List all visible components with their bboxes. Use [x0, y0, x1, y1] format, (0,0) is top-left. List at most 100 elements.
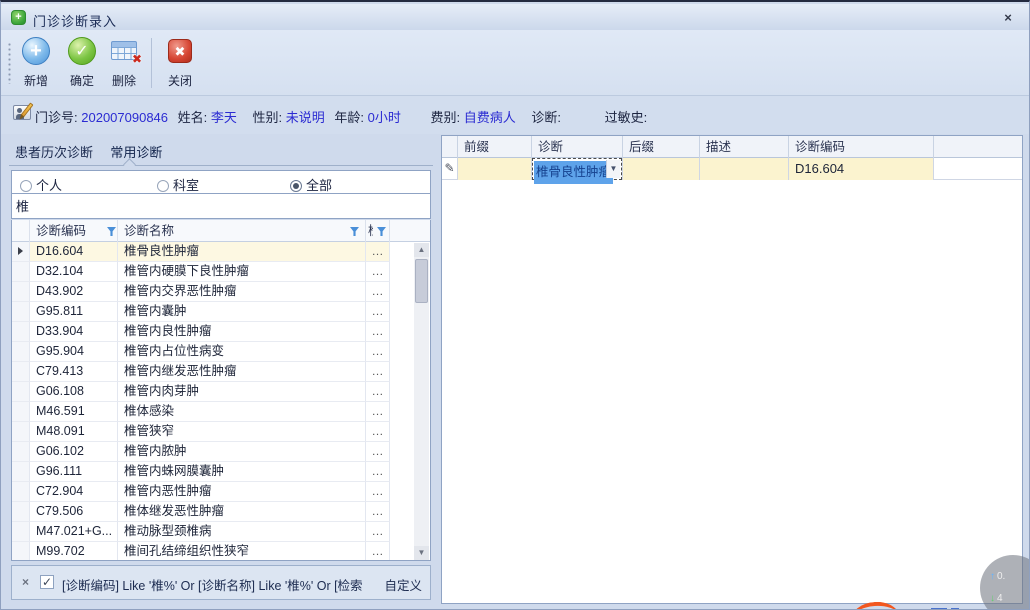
field-fee-type: 费别: 自费病人 [431, 110, 516, 125]
diagnosis-row[interactable]: D33.904椎管内良性肿瘤… [12, 322, 400, 342]
add-button[interactable]: + 新增 [13, 35, 59, 91]
cell-code[interactable]: D16.604 [789, 158, 934, 180]
row-indicator [12, 482, 30, 502]
search-box [11, 194, 431, 219]
diagnosis-name-cell: 椎管内蛛网膜囊肿 [118, 462, 366, 482]
diagnosis-name-cell: 椎管内交界恶性肿瘤 [118, 282, 366, 302]
diagnosis-row[interactable]: M99.702椎间孔结缔组织性狭窄… [12, 542, 400, 561]
cell-diagnosis[interactable]: 椎骨良性肿瘤 ▼ [532, 158, 623, 180]
diagnosis-row[interactable]: C79.506椎体继发恶性肿瘤… [12, 502, 400, 522]
rheader-diagnosis[interactable]: 诊断 [532, 136, 623, 158]
delete-grid-icon [111, 41, 137, 60]
diagnosis-row[interactable]: D32.104椎管内硬膜下良性肿瘤… [12, 262, 400, 282]
filter-icon[interactable] [350, 227, 359, 236]
delete-button[interactable]: 删除 [101, 35, 147, 91]
diagnosis-row[interactable]: G96.111椎管内蛛网膜囊肿… [12, 462, 400, 482]
chevron-down-icon[interactable]: ▼ [606, 160, 620, 178]
diagnosis-row[interactable]: M48.091椎管狭窄… [12, 422, 400, 442]
filter-checkbox[interactable] [40, 575, 54, 589]
rheader-code[interactable]: 诊断编码 [789, 136, 934, 158]
rheader-suffix[interactable]: 后缀 [623, 136, 700, 158]
row-detail-button[interactable]: … [366, 402, 390, 422]
filter-custom-link[interactable]: 自定义 [384, 575, 422, 594]
radio-icon [157, 180, 169, 192]
confirm-button[interactable]: ✓ 确定 [59, 35, 105, 91]
diagnosis-name-cell: 椎管内肉芽肿 [118, 382, 366, 402]
cell-suffix[interactable] [623, 158, 700, 180]
row-indicator [12, 382, 30, 402]
toolbar: + 新增 ✓ 确定 删除 ✖ 关闭 [1, 30, 1030, 96]
row-detail-button[interactable]: … [366, 302, 390, 322]
radio-personal[interactable]: 个人 [20, 175, 62, 194]
vertical-scrollbar[interactable]: ▲ ▼ [414, 243, 429, 560]
field-diagnosis: 诊断: [531, 110, 564, 125]
row-indicator [12, 362, 30, 382]
filter-close-icon[interactable]: × [22, 575, 29, 589]
tab-patient-history[interactable]: 患者历次诊断 [15, 142, 93, 161]
diagnosis-name-cell: 椎管狭窄 [118, 422, 366, 442]
row-detail-button[interactable]: … [366, 242, 390, 262]
diagnosis-combobox[interactable]: 椎骨良性肿瘤 ▼ [532, 158, 622, 180]
diagnosis-row[interactable]: D16.604椎骨良性肿瘤… [12, 242, 400, 262]
row-detail-button[interactable]: … [366, 262, 390, 282]
rheader-description[interactable]: 描述 [700, 136, 789, 158]
field-age: 年龄: 0小时 [334, 110, 400, 125]
header-name[interactable]: 诊断名称 [118, 220, 366, 242]
tab-common-diagnosis[interactable]: 常用诊断 [110, 142, 162, 161]
row-detail-button[interactable]: … [366, 542, 390, 561]
row-detail-button[interactable]: … [366, 342, 390, 362]
arrow-up-icon: ↑ [990, 571, 995, 582]
row-indicator [12, 542, 30, 561]
filter-icon[interactable] [377, 227, 386, 236]
radio-department[interactable]: 科室 [157, 175, 199, 194]
filter-icon[interactable] [107, 227, 116, 236]
diagnosis-row[interactable]: G06.108椎管内肉芽肿… [12, 382, 400, 402]
field-visit-no: 门诊号: 202007090846 [35, 110, 168, 125]
row-detail-button[interactable]: … [366, 462, 390, 482]
rheader-prefix[interactable]: 前缀 [458, 136, 532, 158]
diagnosis-row[interactable]: C79.413椎管内继发恶性肿瘤… [12, 362, 400, 382]
row-detail-button[interactable]: … [366, 502, 390, 522]
diagnosis-code-cell: D43.902 [30, 282, 118, 302]
diagnosis-row[interactable]: G95.811椎管内囊肿… [12, 302, 400, 322]
row-indicator [12, 462, 30, 482]
row-detail-button[interactable]: … [366, 522, 390, 542]
diagnosis-row[interactable]: C72.904椎管内恶性肿瘤… [12, 482, 400, 502]
diagnosis-code-cell: D16.604 [30, 242, 118, 262]
left-tabs: 患者历次诊断 常用诊断 [15, 142, 176, 164]
diagnosis-name-cell: 椎管内囊肿 [118, 302, 366, 322]
scroll-down-icon[interactable]: ▼ [414, 546, 429, 560]
row-detail-button[interactable]: … [366, 422, 390, 442]
cell-description[interactable] [700, 158, 789, 180]
diagnosis-name-cell: 椎管内恶性肿瘤 [118, 482, 366, 502]
header-index-code[interactable]: 检索码 [366, 220, 390, 242]
row-detail-button[interactable]: … [366, 282, 390, 302]
row-detail-button[interactable]: … [366, 442, 390, 462]
row-indicator [12, 302, 30, 322]
scroll-up-icon[interactable]: ▲ [414, 243, 429, 257]
toolbar-drag-handle[interactable] [8, 42, 11, 84]
close-button[interactable]: ✖ 关闭 [157, 35, 203, 91]
diagnosis-row[interactable]: D43.902椎管内交界恶性肿瘤… [12, 282, 400, 302]
patient-fields: 门诊号: 202007090846 姓名: 李天 性别: 未说明 年龄: 0小时… [35, 107, 1025, 126]
row-detail-button[interactable]: … [366, 382, 390, 402]
row-detail-button[interactable]: … [366, 322, 390, 342]
row-indicator [12, 282, 30, 302]
radio-selected-icon [290, 180, 302, 192]
header-code[interactable]: 诊断编码 [30, 220, 118, 242]
diagnosis-name-cell: 椎间孔结缔组织性狭窄 [118, 542, 366, 561]
window-close-icon[interactable]: × [999, 9, 1017, 27]
diagnosis-row[interactable]: M46.591椎体感染… [12, 402, 400, 422]
diagnosis-name-cell: 椎管内脓肿 [118, 442, 366, 462]
scrollbar-thumb[interactable] [415, 259, 428, 303]
row-indicator [12, 262, 30, 282]
diagnosis-row[interactable]: M47.021+G...椎动脉型颈椎病… [12, 522, 400, 542]
cell-prefix[interactable] [458, 158, 532, 180]
diagnosis-row[interactable]: G95.904椎管内占位性病变… [12, 342, 400, 362]
row-detail-button[interactable]: … [366, 362, 390, 382]
row-indicator [12, 502, 30, 522]
search-input[interactable] [16, 196, 426, 215]
row-detail-button[interactable]: … [366, 482, 390, 502]
radio-all[interactable]: 全部 [290, 175, 332, 194]
diagnosis-row[interactable]: G06.102椎管内脓肿… [12, 442, 400, 462]
